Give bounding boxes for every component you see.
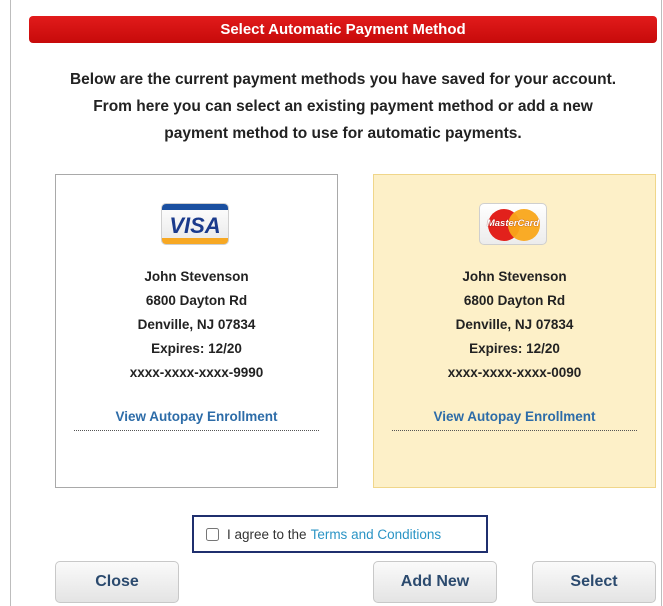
visa-logo-icon: VISA xyxy=(161,203,229,245)
select-button[interactable]: Select xyxy=(532,561,656,603)
intro-text: Below are the current payment methods yo… xyxy=(31,66,655,147)
card-details: John Stevenson 6800 Dayton Rd Denville, … xyxy=(374,265,655,385)
mastercard-logo-text: MasterCard xyxy=(486,218,540,229)
card-address-line2: Denville, NJ 07834 xyxy=(137,317,256,332)
visa-logo-text: VISA xyxy=(169,213,221,238)
view-autopay-enrollment-link[interactable]: View Autopay Enrollment xyxy=(74,409,319,431)
payment-method-dialog: Select Automatic Payment Method Below ar… xyxy=(10,0,662,606)
cardholder-name: John Stevenson xyxy=(144,269,249,284)
card-address-line2: Denville, NJ 07834 xyxy=(455,317,574,332)
view-autopay-enrollment-link[interactable]: View Autopay Enrollment xyxy=(392,409,637,431)
card-expiration: Expires: 12/20 xyxy=(469,341,560,356)
dialog-title: Select Automatic Payment Method xyxy=(29,16,657,43)
card-number: xxxx-xxxx-xxxx-9990 xyxy=(129,365,264,380)
mastercard-logo-icon: MasterCard xyxy=(479,203,547,245)
intro-line: From here you can select an existing pay… xyxy=(93,98,593,115)
card-expiration: Expires: 12/20 xyxy=(151,341,242,356)
terms-prefix-label: I agree to the xyxy=(227,526,307,542)
intro-line: Below are the current payment methods yo… xyxy=(69,71,617,88)
add-new-button[interactable]: Add New xyxy=(373,561,497,603)
intro-line: payment method to use for automatic paym… xyxy=(164,125,522,142)
card-number: xxxx-xxxx-xxxx-0090 xyxy=(447,365,582,380)
terms-checkbox[interactable] xyxy=(206,527,219,541)
payment-card-mastercard[interactable]: MasterCard John Stevenson 6800 Dayton Rd… xyxy=(373,174,656,488)
card-address-line1: 6800 Dayton Rd xyxy=(463,293,566,308)
terms-and-conditions-link[interactable]: Terms and Conditions xyxy=(311,527,442,542)
terms-agreement: I agree to the Terms and Conditions xyxy=(192,515,488,553)
payment-card-visa[interactable]: VISA John Stevenson 6800 Dayton Rd Denvi… xyxy=(55,174,338,488)
cardholder-name: John Stevenson xyxy=(462,269,567,284)
card-details: John Stevenson 6800 Dayton Rd Denville, … xyxy=(56,265,337,385)
close-button[interactable]: Close xyxy=(55,561,179,603)
card-address-line1: 6800 Dayton Rd xyxy=(145,293,248,308)
